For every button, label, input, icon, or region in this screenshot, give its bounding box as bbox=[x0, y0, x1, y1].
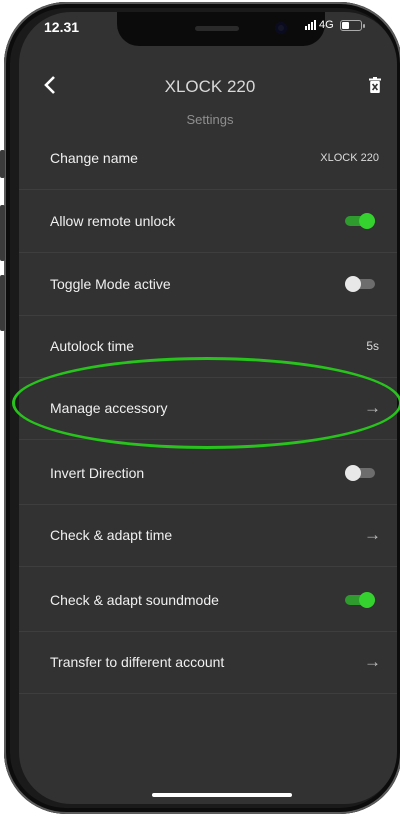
soundmode-toggle[interactable] bbox=[345, 592, 375, 608]
setting-value: XLOCK 220 bbox=[320, 152, 379, 164]
home-indicator[interactable] bbox=[152, 793, 292, 797]
setting-label: Allow remote unlock bbox=[50, 213, 176, 229]
signal-icon bbox=[305, 20, 316, 30]
notch bbox=[117, 12, 325, 46]
setting-label: Change name bbox=[50, 150, 138, 166]
status-time: 12.31 bbox=[44, 19, 80, 35]
earpiece-speaker bbox=[195, 26, 239, 31]
setting-invert-direction: Invert Direction bbox=[19, 442, 397, 505]
setting-check-adapt-soundmode: Check & adapt soundmode bbox=[19, 569, 397, 632]
setting-allow-remote-unlock: Allow remote unlock bbox=[19, 190, 397, 253]
setting-label: Transfer to different account bbox=[50, 654, 225, 670]
page-title: XLOCK 220 bbox=[164, 77, 256, 96]
setting-label: Autolock time bbox=[50, 338, 135, 354]
battery-icon bbox=[339, 19, 365, 31]
setting-label: Invert Direction bbox=[50, 465, 145, 481]
setting-check-adapt-time[interactable]: Check & adapt time → bbox=[19, 504, 397, 567]
volume-down-button bbox=[0, 275, 5, 331]
setting-label: Check & adapt soundmode bbox=[50, 592, 219, 608]
volume-up-button bbox=[0, 205, 5, 261]
setting-value: 5s bbox=[366, 339, 379, 353]
setting-manage-accessory[interactable]: Manage accessory → bbox=[19, 377, 397, 440]
trash-icon[interactable] bbox=[369, 77, 381, 98]
setting-autolock-time[interactable]: Autolock time 5s bbox=[19, 315, 397, 378]
status-indicators: 4G bbox=[305, 19, 365, 31]
setting-label: Toggle Mode active bbox=[50, 276, 171, 292]
remote-unlock-toggle[interactable] bbox=[345, 213, 375, 229]
toggle-mode-toggle[interactable] bbox=[345, 276, 375, 292]
setting-change-name[interactable]: Change name XLOCK 220 bbox=[19, 127, 397, 190]
setting-label: Check & adapt time bbox=[50, 527, 173, 543]
setting-toggle-mode: Toggle Mode active bbox=[19, 253, 397, 316]
arrow-right-icon: → bbox=[364, 525, 381, 544]
setting-label: Manage accessory bbox=[50, 400, 168, 416]
invert-direction-toggle[interactable] bbox=[345, 465, 375, 481]
arrow-right-icon: → bbox=[364, 652, 381, 671]
mute-switch bbox=[0, 150, 5, 178]
page-subtitle: Settings bbox=[186, 112, 234, 127]
front-camera bbox=[275, 22, 287, 34]
network-type: 4G bbox=[319, 19, 334, 31]
setting-transfer-account[interactable]: Transfer to different account → bbox=[19, 631, 397, 694]
arrow-right-icon: → bbox=[364, 398, 381, 417]
